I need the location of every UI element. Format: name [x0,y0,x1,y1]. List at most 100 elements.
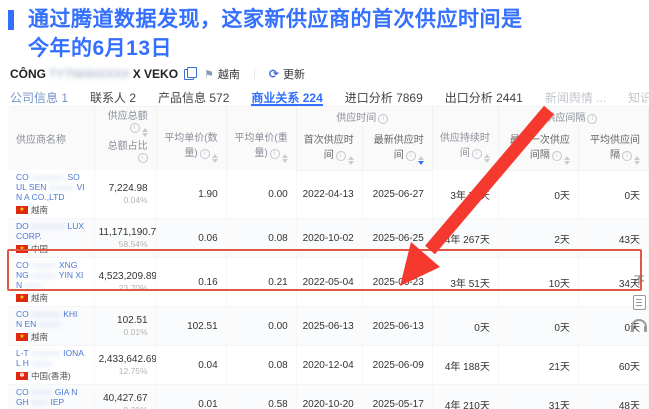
sort-icon[interactable] [634,155,640,165]
refresh-button[interactable]: ⟳ 更新 [269,66,305,82]
info-icon[interactable]: i [378,114,389,125]
info-icon[interactable]: i [199,149,210,159]
info-icon[interactable]: i [137,153,148,163]
cell-unit_wt: 0.21 [226,257,297,307]
cell-total: 40,427.670.21% [94,384,157,409]
column-header-first[interactable]: 首次供应时间 i [296,126,363,171]
cell-unit_qty: 1.90 [156,170,227,219]
column-header-unit_qty[interactable]: 平均单价(数量) i [156,107,227,170]
cell-last_gap: 31天 [498,384,579,409]
column-header-last_gap[interactable]: 最近一次供应间隔 i [498,126,579,171]
tab-bar: 公司信息 1 联系人 2 产品信息 572 商业关系 224 进口分析 7869 出口分析… [10,89,649,107]
floating-widgets: 不 [631,272,647,332]
cell-avg_gap: 48天 [578,384,649,409]
tab-news[interactable]: 新闻舆情 ... [545,89,606,106]
column-header-total[interactable]: 供应总额i 总额占比i [94,107,157,170]
info-icon[interactable]: i [551,150,562,161]
cell-unit_wt: 0.08 [226,345,297,385]
supplier-name-link[interactable]: DO xxxxxxxx LUX CORP. [16,221,86,241]
tab-import-analysis[interactable]: 进口分析 7869 [345,89,423,106]
sort-icon[interactable] [563,155,570,165]
flag-icon-cn: ★ [16,245,28,253]
floating-text: 不 [633,275,645,287]
supplier-name-link[interactable]: CO xxxxxxxx SOUL SEN xxxxxx VIN A CO.,LT… [16,172,86,202]
cell-last_gap: 10天 [498,257,579,307]
tab-products[interactable]: 产品信息 572 [158,89,229,106]
supplier-name-cell: L-T xxxxxxx IONA L H xxxxx ✽ 中国(香港) [8,345,95,385]
info-icon[interactable]: i [129,123,140,133]
company-name: CÔNG TYTNHHXXXX X VEKO [10,67,178,81]
supplier-country: ★ 中国 [16,243,86,255]
column-header-duration[interactable]: 供应持续时间 i [432,107,499,170]
supplier-name-link[interactable]: L-T xxxxxxx IONA L H xxxxx [16,348,86,368]
cell-unit_wt: 0.00 [226,170,297,219]
supplier-name-cell: CO xxxxxxxx SOUL SEN xxxxxx VIN A CO.,LT… [8,170,95,219]
sort-icon[interactable] [417,155,424,165]
cell-avg_gap: 0天 [578,170,649,219]
tab-ip[interactable]: 知识产权 ... [628,89,649,106]
cell-unit_qty: 0.06 [156,218,227,258]
sort-icon[interactable] [281,154,288,163]
cell-latest: 2025-06-09 [362,345,433,385]
tab-contacts[interactable]: 联系人 2 [90,89,136,106]
copy-icon[interactable] [184,66,198,80]
cell-duration: 3年 51天 [432,257,499,307]
annotation-headline: 通过腾道数据发现，这家新供应商的首次供应时间是 今年的6月13日 [8,5,640,63]
info-icon[interactable]: i [335,150,346,161]
sort-icon[interactable] [141,128,148,137]
cell-duration: 4年 188天 [432,345,499,385]
cell-last_gap: 0天 [498,306,579,346]
cell-first: 2020-12-04 [296,345,363,385]
supplier-table: 供应商名称 供应总额i 总额占比i 平均单价(数量) i 平均单价(重量) i 供应时间 i 供应… [8,107,649,409]
sort-icon[interactable] [483,154,490,163]
info-icon[interactable]: i [405,150,416,161]
supplier-name-link[interactable]: CO xxxxxx XNG NG xxxxxx YIN XIN xxxx [16,260,86,290]
cell-total: 11,171,190.75 58.54% [94,218,157,258]
cell-total: 2,433,642.69 12.75% [94,345,157,385]
cell-unit_qty: 0.01 [156,384,227,409]
cell-total: 7,224.98 0.04% [94,170,157,219]
info-icon[interactable]: i [622,150,632,161]
sort-icon[interactable] [211,154,218,163]
cell-unit_qty: 0.04 [156,345,227,385]
cell-duration: 4年 210天 [432,384,499,409]
supplier-country: ★ 越南 [16,292,86,304]
cell-latest: 2025-06-27 [362,170,433,219]
flag-icon-hk: ✽ [16,372,28,380]
info-icon[interactable]: i [269,149,280,159]
cell-last_gap: 2天 [498,218,579,258]
cell-unit_qty: 102.51 [156,306,227,346]
sort-icon[interactable] [347,155,354,165]
supplier-name-cell: CO xxxxx GIA N GH xxxx IEP ★越南 [8,384,95,409]
cell-total: 102.51 0.01% [94,306,157,346]
supplier-name-cell: DO xxxxxxxx LUX CORP. ★ 中国 [8,218,95,258]
customer-service-icon[interactable] [631,319,647,332]
supplier-name-cell: CO xxxxxx XNG NG xxxxxx YIN XIN xxxx ★ 越南 [8,257,95,307]
cell-unit_wt: 0.00 [226,306,297,346]
company-name-prefix: CÔNG [10,67,46,81]
table-row: CO xxxxx GIA N GH xxxx IEP ★越南40,427.670… [8,384,649,409]
company-header: CÔNG TYTNHHXXXX X VEKO ⚑ 越南 ⟳ 更新 [10,66,319,82]
cell-latest: 2025-06-13 [362,306,433,346]
headline-line2: 今年的6月13日 [28,37,173,60]
info-icon[interactable]: i [587,114,598,125]
tab-business-relations[interactable]: 商业关系 224 [251,89,323,106]
supplier-name-link[interactable]: CO xxxxx GIA N GH xxxx IEP [16,387,86,407]
column-header-avg_gap[interactable]: 平均供应间隔 i [578,126,649,171]
company-name-blurred: TYTNHHXXXX [49,67,130,81]
cell-last_gap: 0天 [498,170,579,219]
cell-total: 4,523,209.89 23.70% [94,257,157,307]
supplier-name-link[interactable]: CO xxxxxxx KHI N EN xxxxx [16,309,86,329]
column-header-latest[interactable]: 最新供应时间 i [362,126,433,171]
cell-duration: 4年 267天 [432,218,499,258]
cell-first: 2025-06-13 [296,306,363,346]
column-header-unit_wt[interactable]: 平均单价(重量) i [226,107,297,170]
tab-company-info[interactable]: 公司信息 1 [10,89,68,106]
tab-export-analysis[interactable]: 出口分析 2441 [445,89,523,106]
flag-icon-vn: ★ [16,333,28,341]
info-icon[interactable]: i [471,149,482,159]
feedback-form-icon[interactable] [632,295,646,310]
app-screen: 通过腾道数据发现，这家新供应商的首次供应时间是 今年的6月13日 CÔNG TY… [0,0,649,409]
supplier-country: ✽ 中国(香港) [16,370,86,382]
group-header-supply_gap: 供应间隔 i [498,107,649,127]
